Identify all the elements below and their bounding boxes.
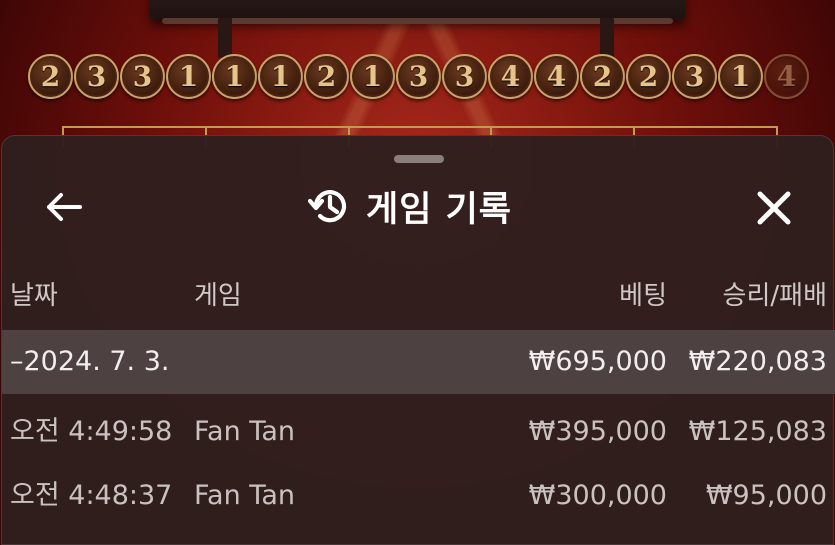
result-bead: 2	[626, 54, 671, 99]
result-bead: 2	[28, 54, 73, 99]
row-result: ₩95,000	[705, 480, 827, 511]
column-header-bet[interactable]: 베팅	[619, 264, 667, 328]
result-bead: 4	[764, 54, 809, 99]
column-header-game[interactable]: 게임	[194, 264, 242, 328]
result-roadmap: 23311121334422314	[28, 54, 809, 106]
date-group-row[interactable]: –2024. 7. 3. ₩695,000 ₩220,083	[2, 330, 835, 394]
back-arrow-icon	[47, 193, 82, 221]
row-result: ₩125,083	[688, 416, 827, 447]
row-game: Fan Tan	[194, 480, 295, 511]
result-bead: 1	[350, 54, 395, 99]
game-table	[150, 0, 685, 24]
close-icon	[757, 191, 791, 225]
title-text: 게임 기록	[366, 189, 512, 230]
row-game: Fan Tan	[194, 416, 295, 447]
row-time: 오전 4:49:58	[10, 416, 173, 447]
row-time: 오전 4:48:37	[10, 480, 173, 511]
page-title: 게임 기록	[308, 182, 512, 230]
table-row[interactable]: 오전 4:49:58 Fan Tan ₩395,000 ₩125,083	[2, 400, 835, 464]
result-bead: 2	[580, 54, 625, 99]
date-group-bet-total: ₩695,000	[528, 346, 667, 377]
result-bead: 3	[396, 54, 441, 99]
result-bead: 1	[212, 54, 257, 99]
result-bead: 3	[672, 54, 717, 99]
table-leg	[218, 18, 232, 58]
table-header: 날짜 게임 베팅 승리/패배	[2, 264, 835, 328]
date-group-label: –2024. 7. 3.	[10, 346, 170, 377]
result-bead: 2	[304, 54, 349, 99]
result-bead: 4	[488, 54, 533, 99]
close-button[interactable]	[752, 186, 796, 230]
table-row[interactable]: 오전 4:48:37 Fan Tan ₩300,000 ₩95,000	[2, 464, 835, 528]
result-bead: 3	[120, 54, 165, 99]
column-header-date[interactable]: 날짜	[10, 264, 58, 328]
result-bead: 4	[534, 54, 579, 99]
game-history-sheet: 게임 기록 날짜 게임 베팅 승리/패배 –2024. 7. 3. ₩695,0…	[1, 135, 835, 545]
table-leg	[600, 18, 614, 58]
row-bet: ₩300,000	[528, 480, 667, 511]
drag-handle[interactable]	[394, 155, 444, 163]
history-icon	[308, 190, 347, 223]
result-bead: 1	[258, 54, 303, 99]
back-button[interactable]	[42, 187, 86, 227]
column-header-result[interactable]: 승리/패배	[723, 264, 827, 328]
result-bead: 3	[442, 54, 487, 99]
date-group-result-total: ₩220,083	[688, 346, 827, 377]
result-bead: 1	[166, 54, 211, 99]
result-bead: 1	[718, 54, 763, 99]
result-bead: 3	[74, 54, 119, 99]
row-bet: ₩395,000	[528, 416, 667, 447]
